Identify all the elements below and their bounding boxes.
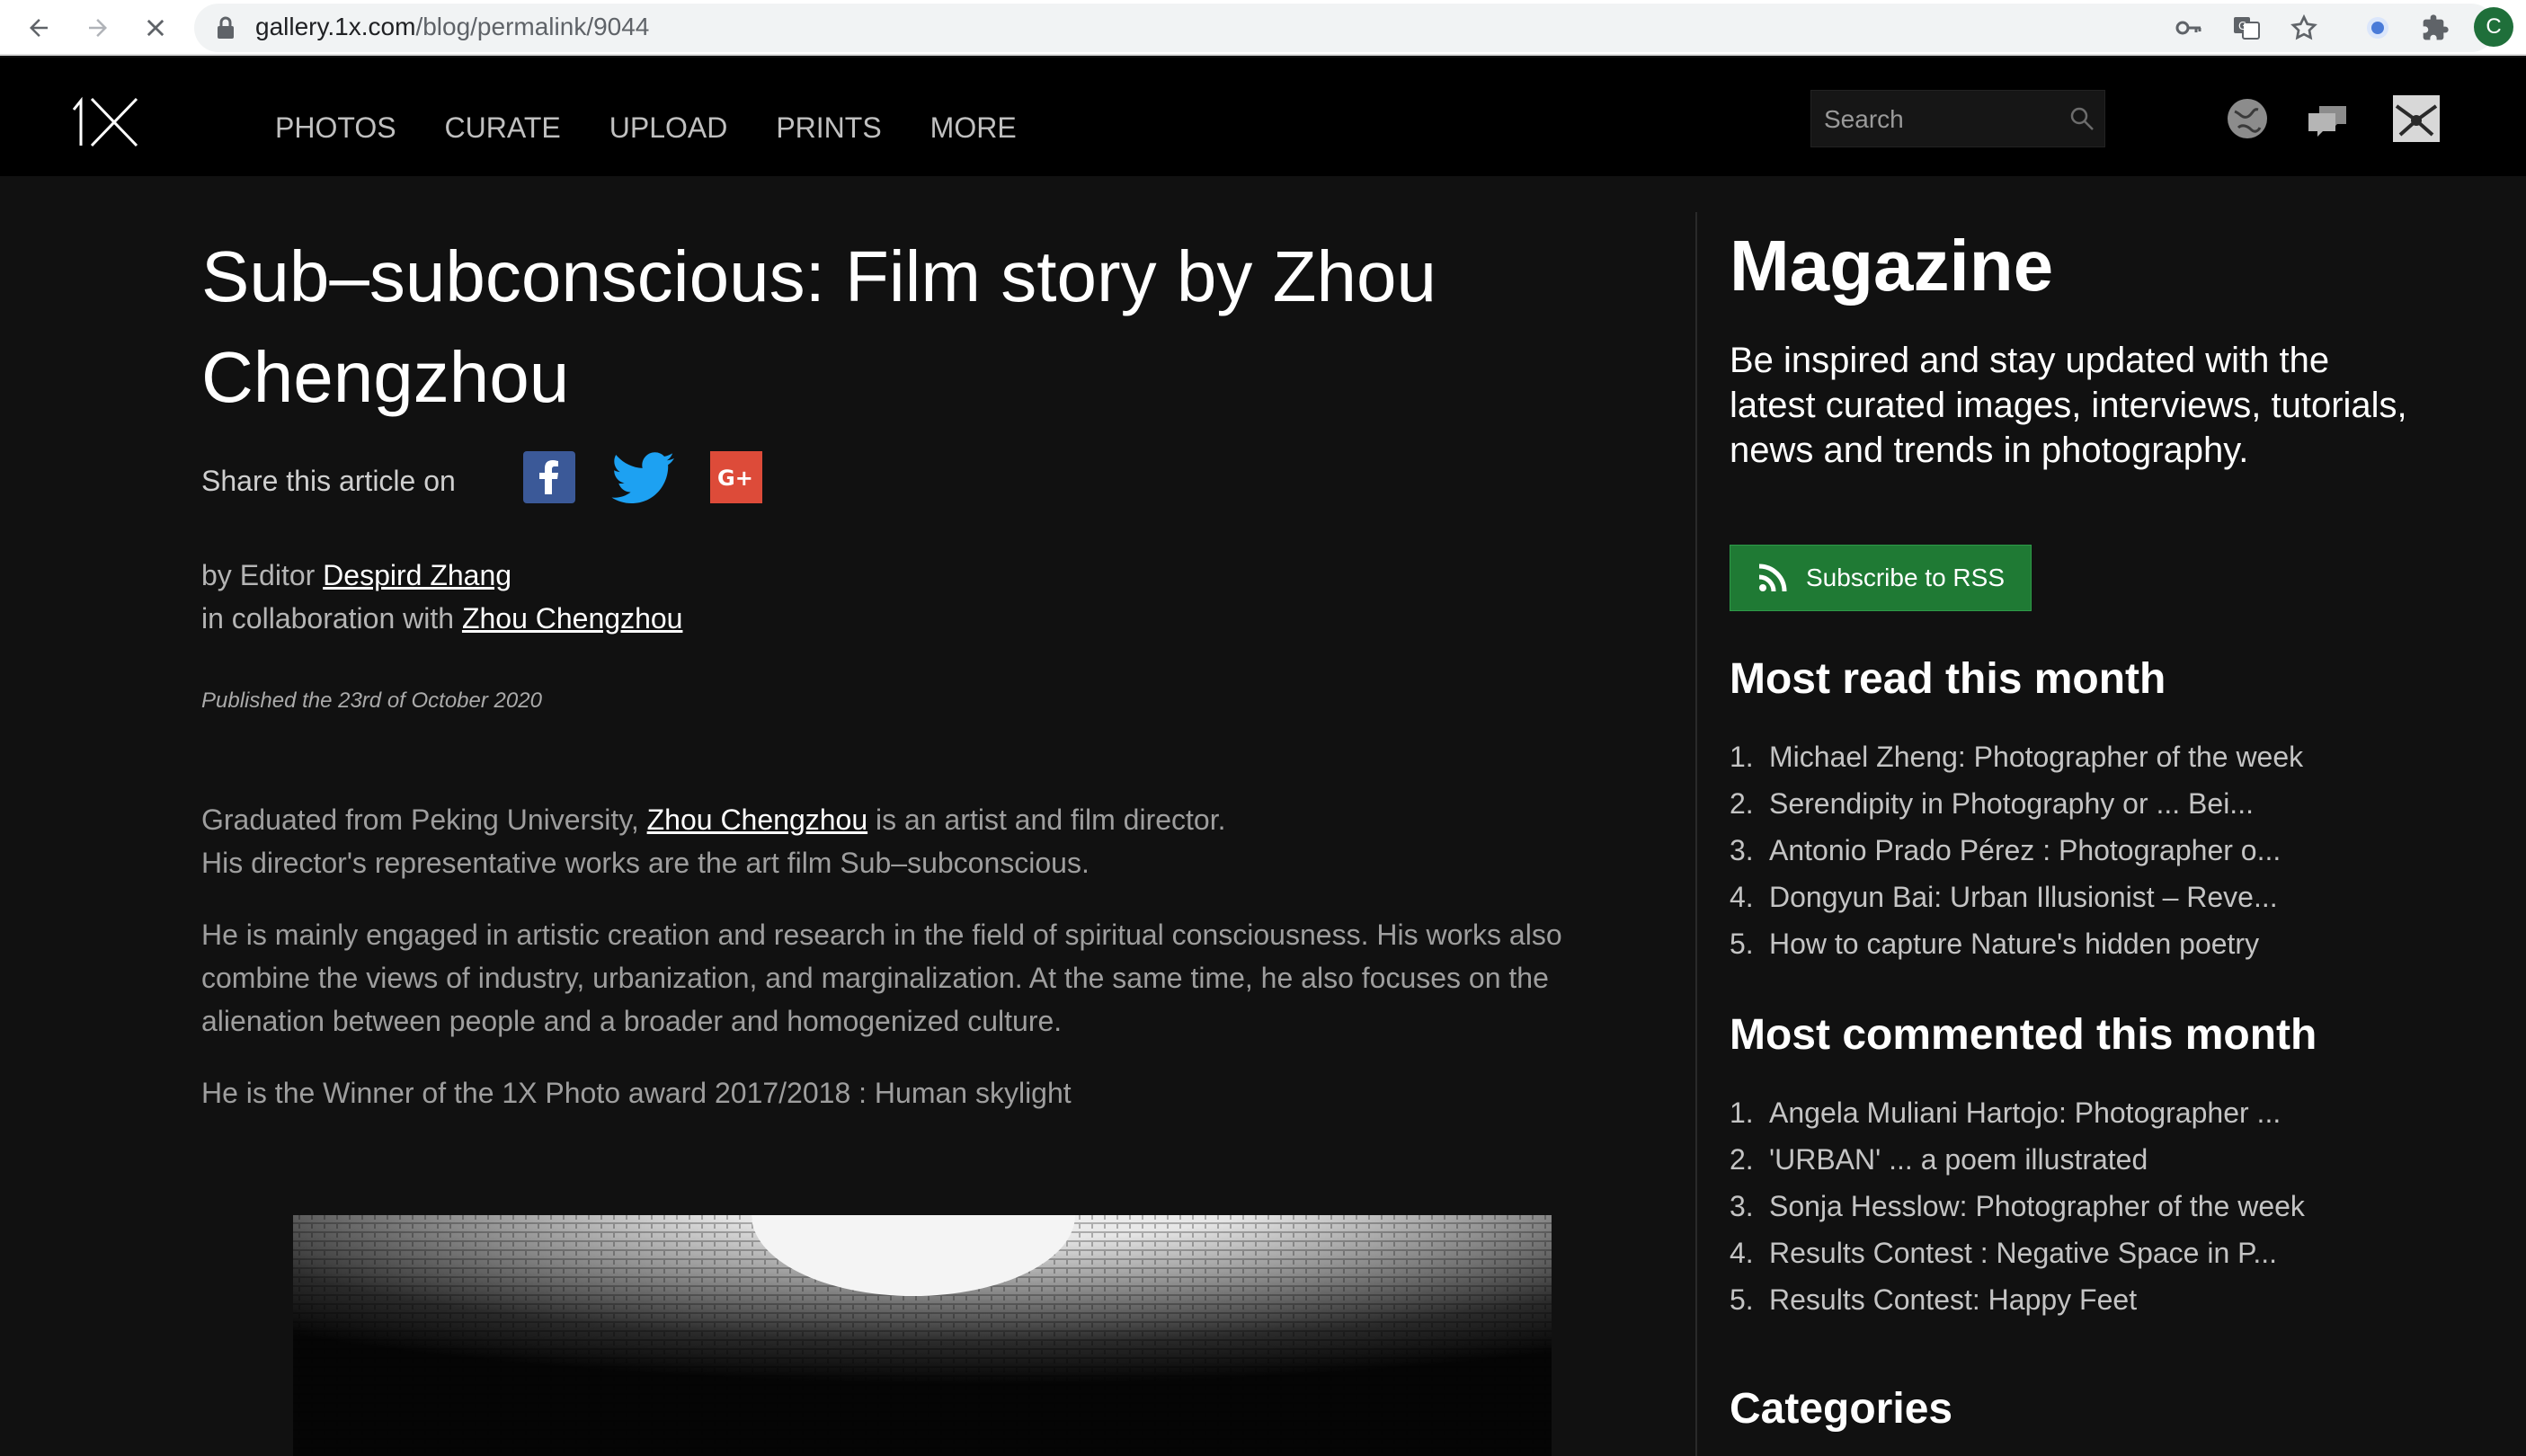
svg-text:G+: G+ bbox=[717, 466, 753, 491]
1x-logo[interactable] bbox=[68, 93, 142, 149]
p1-author-link[interactable]: Zhou Chengzhou bbox=[647, 803, 868, 836]
article-paragraph-2: He is mainly engaged in artistic creatio… bbox=[201, 919, 1562, 1037]
translate-icon[interactable]: G bbox=[2229, 11, 2264, 45]
svg-text:G: G bbox=[2238, 20, 2246, 32]
sidebar-title: Magazine bbox=[1730, 226, 2054, 306]
puzzle-icon[interactable] bbox=[2418, 11, 2452, 45]
key-icon[interactable] bbox=[2172, 11, 2206, 45]
nav-upload[interactable]: UPLOAD bbox=[609, 110, 728, 146]
search-icon[interactable] bbox=[2068, 105, 2095, 132]
list-item[interactable]: 4. Results Contest : Negative Space in P.… bbox=[1730, 1230, 2413, 1276]
list-item[interactable]: 3. Sonja Hesslow: Photographer of the wee… bbox=[1730, 1183, 2413, 1230]
rss-icon bbox=[1757, 563, 1788, 593]
extension-icon[interactable] bbox=[2361, 11, 2395, 45]
byline-collaboration: in collaboration with Zhou Chengzhou bbox=[201, 597, 682, 640]
article-paragraph-3: He is the Winner of the 1X Photo award 2… bbox=[201, 1077, 1072, 1109]
most-commented-list: 1. Angela Muliani Hartojo: Photographer .… bbox=[1730, 1089, 2413, 1323]
list-item[interactable]: 4. Dongyun Bai: Urban Illusionist – Reve.… bbox=[1730, 874, 2413, 920]
url-text[interactable]: gallery.1x.com/blog/permalink/9044 bbox=[255, 11, 649, 43]
search-input[interactable] bbox=[1824, 102, 2049, 138]
share-label: Share this article on bbox=[201, 465, 456, 497]
list-item[interactable]: 2. 'URBAN' ... a poem illustrated bbox=[1730, 1136, 2413, 1183]
globe-icon[interactable] bbox=[2222, 93, 2273, 144]
p1-prefix: Graduated from Peking University, bbox=[201, 803, 639, 836]
article-photo[interactable] bbox=[293, 1215, 1552, 1456]
by-prefix: by Editor bbox=[201, 559, 316, 591]
most-commented-heading: Most commented this month bbox=[1730, 1011, 2317, 1059]
published-date: Published the 23rd of October 2020 bbox=[201, 688, 542, 713]
back-icon[interactable] bbox=[18, 7, 59, 49]
p1-suffix: is an artist and film director. bbox=[876, 803, 1226, 836]
sidebar-description: Be inspired and stay updated with the la… bbox=[1730, 341, 2407, 470]
article-paragraph-1: Graduated from Peking University, Zhou C… bbox=[201, 798, 1640, 884]
profile-avatar[interactable]: C bbox=[2474, 7, 2513, 47]
most-read-heading: Most read this month bbox=[1730, 655, 2166, 703]
article-title: Sub–subconscious: Film story by Zhou Che… bbox=[201, 236, 1436, 417]
list-item[interactable]: 5. How to capture Nature's hidden poetry bbox=[1730, 920, 2413, 967]
editor-link[interactable]: Despird Zhang bbox=[323, 559, 511, 591]
byline-editor: by Editor Despird Zhang bbox=[201, 554, 511, 597]
sidebar-divider bbox=[1695, 212, 1697, 1456]
facebook-icon[interactable] bbox=[523, 451, 575, 503]
list-item[interactable]: 3. Antonio Prado Pérez : Photographer o..… bbox=[1730, 827, 2413, 874]
main-nav: PHOTOS CURATE UPLOAD PRINTS MORE bbox=[275, 110, 1065, 146]
lock-icon[interactable] bbox=[216, 13, 243, 43]
categories-heading: Categories bbox=[1730, 1385, 1953, 1433]
forward-icon[interactable] bbox=[77, 7, 119, 49]
site-search bbox=[1810, 90, 2105, 147]
subscribe-rss-button[interactable]: Subscribe to RSS bbox=[1730, 545, 2032, 611]
rss-label: Subscribe to RSS bbox=[1806, 564, 2005, 591]
list-item[interactable]: 1. Michael Zheng: Photographer of the wee… bbox=[1730, 733, 2413, 780]
twitter-icon[interactable] bbox=[611, 451, 676, 503]
nav-curate[interactable]: CURATE bbox=[445, 110, 561, 146]
nav-more[interactable]: MORE bbox=[930, 110, 1017, 146]
collab-prefix: in collaboration with bbox=[201, 602, 455, 635]
stop-loading-icon[interactable] bbox=[135, 7, 176, 49]
nav-photos[interactable]: PHOTOS bbox=[275, 110, 396, 146]
nav-prints[interactable]: PRINTS bbox=[776, 110, 881, 146]
collaborator-link[interactable]: Zhou Chengzhou bbox=[462, 602, 683, 635]
bookmark-star-icon[interactable] bbox=[2287, 11, 2321, 45]
messages-icon[interactable] bbox=[2303, 93, 2353, 144]
site-header: PHOTOS CURATE UPLOAD PRINTS MORE bbox=[0, 58, 2526, 176]
list-item[interactable]: 5. Results Contest: Happy Feet bbox=[1730, 1276, 2413, 1323]
p1-line2: His director's representative works are … bbox=[201, 847, 1090, 879]
google-plus-icon[interactable]: G+ bbox=[710, 451, 762, 503]
user-avatar-icon[interactable] bbox=[2391, 93, 2442, 144]
list-item[interactable]: 2. Serendipity in Photography or ... Bei.… bbox=[1730, 780, 2413, 827]
browser-toolbar: gallery.1x.com/blog/permalink/9044 G C bbox=[0, 0, 2526, 56]
list-item[interactable]: 1. Angela Muliani Hartojo: Photographer .… bbox=[1730, 1089, 2413, 1136]
most-read-list: 1. Michael Zheng: Photographer of the wee… bbox=[1730, 733, 2413, 967]
